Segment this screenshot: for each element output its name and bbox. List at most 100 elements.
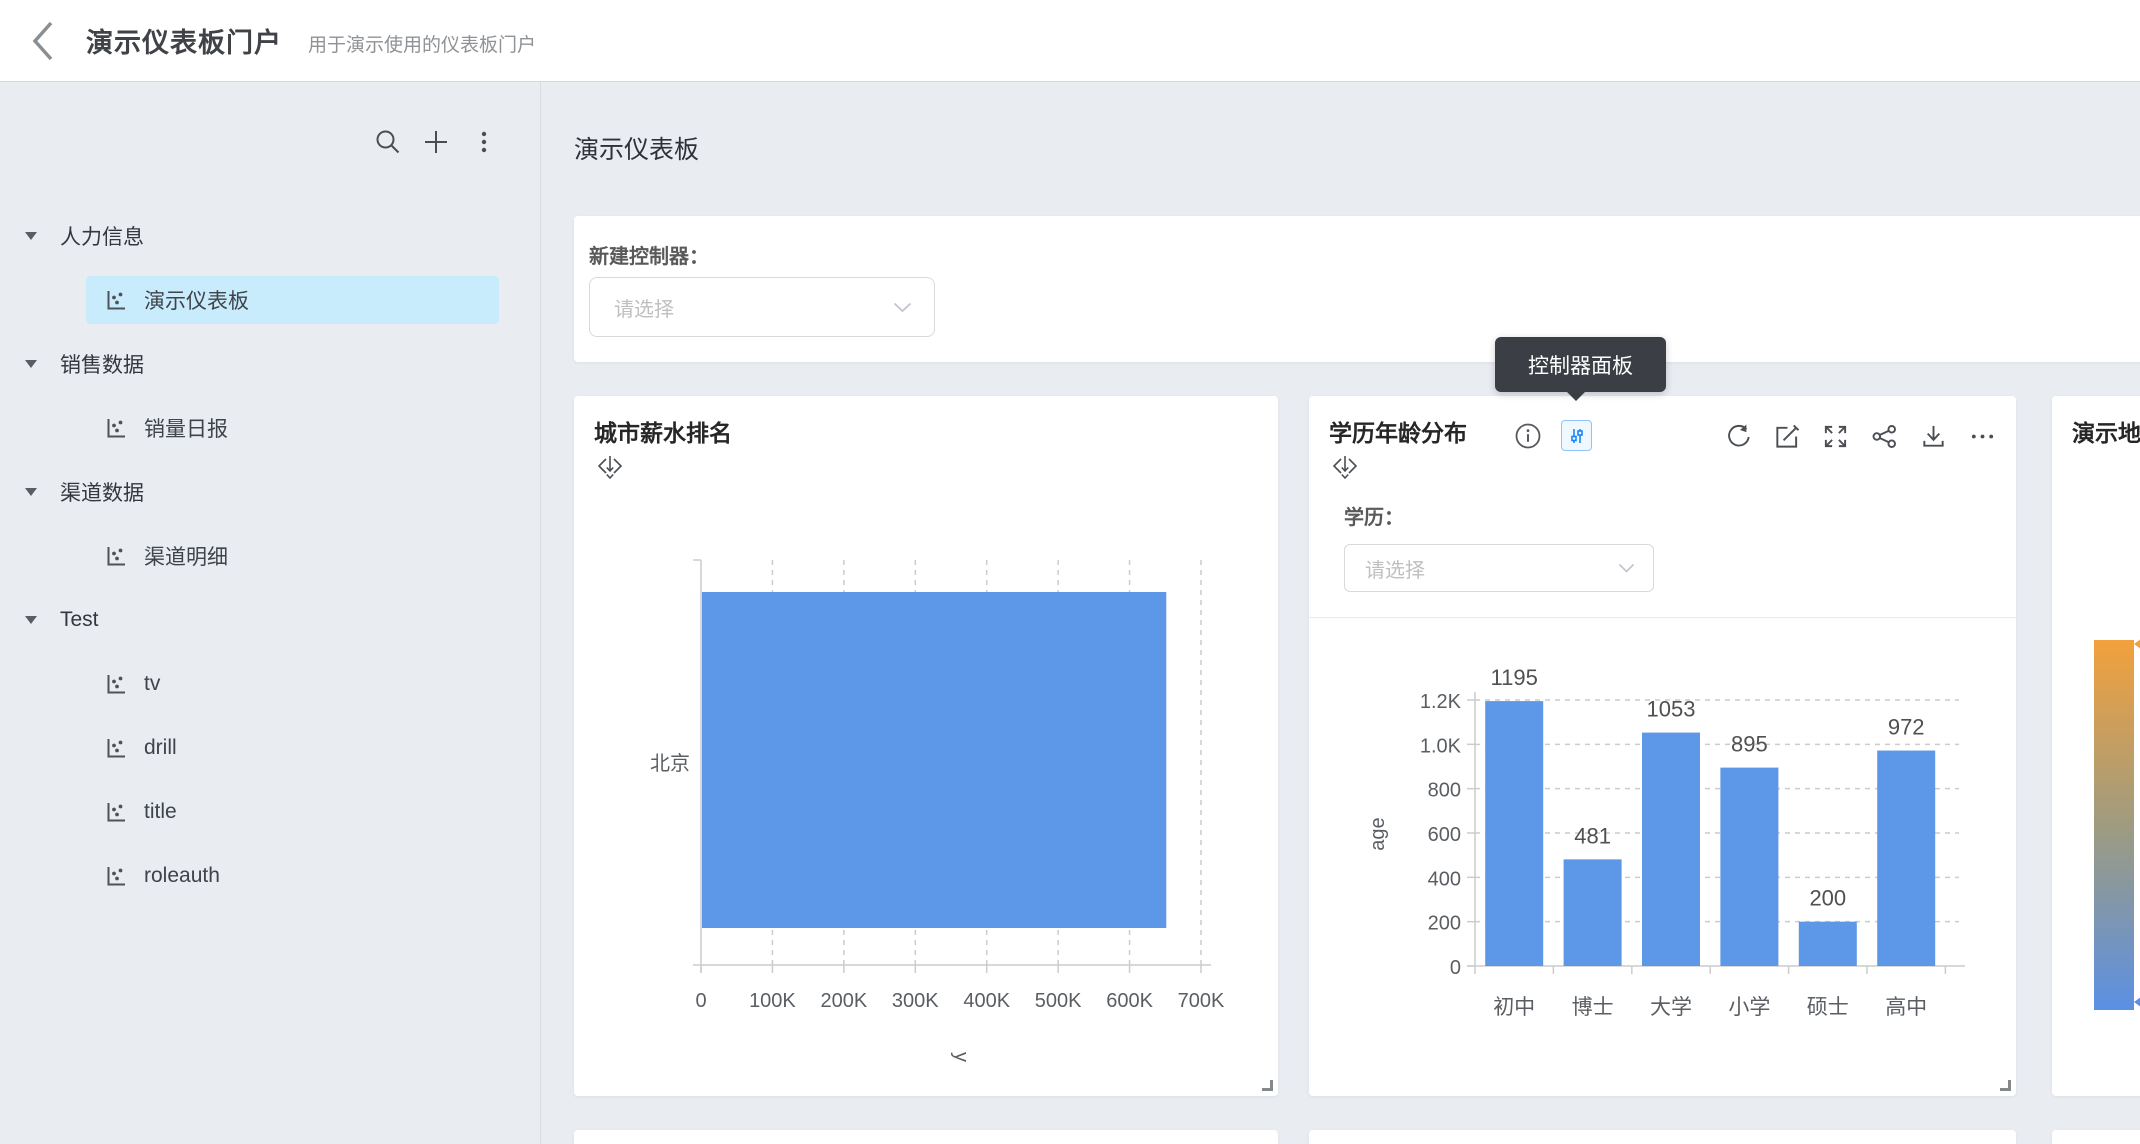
dashboard-canvas: 演示仪表板 新建控制器： 请选择 城市薪水排名 北京0100K200K300K4… bbox=[541, 82, 2140, 1144]
drill-drag-icon[interactable] bbox=[596, 452, 624, 480]
plus-icon[interactable] bbox=[422, 128, 450, 156]
svg-text:600: 600 bbox=[1428, 824, 1461, 846]
tree-group-label: 渠道数据 bbox=[60, 477, 144, 507]
svg-text:400: 400 bbox=[1428, 868, 1461, 890]
tree-item-label: 演示仪表板 bbox=[144, 285, 249, 315]
sliders-icon bbox=[1567, 426, 1587, 446]
edu-age-chart-card: 学历年龄分布 bbox=[1309, 396, 2016, 1096]
app-header: 演示仪表板门户 用于演示使用的仪表板门户 bbox=[0, 0, 2140, 82]
resize-handle[interactable] bbox=[1262, 1080, 1273, 1091]
share-icon[interactable] bbox=[1871, 423, 1898, 450]
select-placeholder: 请选择 bbox=[1365, 554, 1618, 583]
svg-text:400K: 400K bbox=[963, 990, 1010, 1012]
controller-panel-button[interactable] bbox=[1561, 420, 1592, 451]
tree-item-渠道明细[interactable]: 渠道明细 bbox=[86, 532, 499, 580]
tree-item-label: title bbox=[144, 800, 177, 824]
tree-group-渠道数据[interactable]: 渠道数据 bbox=[0, 468, 540, 516]
tree-item-销量日报[interactable]: 销量日报 bbox=[86, 404, 499, 452]
page-title: 演示仪表板 bbox=[574, 130, 699, 166]
svg-text:972: 972 bbox=[1888, 715, 1925, 740]
svg-text:700K: 700K bbox=[1178, 990, 1225, 1012]
svg-text:0: 0 bbox=[695, 990, 706, 1012]
chart-toolbar bbox=[1724, 423, 1996, 450]
portal-title: 演示仪表板门户 bbox=[86, 21, 282, 60]
download-icon[interactable] bbox=[1920, 423, 1947, 450]
edu-filter-label: 学历： bbox=[1344, 501, 1404, 530]
svg-text:初中: 初中 bbox=[1493, 996, 1535, 1019]
new-controller-select[interactable]: 请选择 bbox=[589, 277, 935, 337]
tree-item-drill[interactable]: drill bbox=[86, 724, 499, 772]
caret-down-icon[interactable] bbox=[25, 616, 37, 624]
tree-item-label: 渠道明细 bbox=[144, 541, 228, 571]
search-icon[interactable] bbox=[374, 128, 402, 156]
tree-item-演示仪表板[interactable]: 演示仪表板 bbox=[86, 276, 499, 324]
svg-text:481: 481 bbox=[1574, 823, 1611, 848]
dashboard-tree: 人力信息演示仪表板销售数据销量日报渠道数据渠道明细 Test tv drill titl… bbox=[0, 212, 540, 900]
caret-down-icon[interactable] bbox=[25, 360, 37, 368]
tree-item-tv[interactable]: tv bbox=[86, 660, 499, 708]
tree-item-label: drill bbox=[144, 736, 177, 760]
bottom-card bbox=[2052, 1130, 2140, 1144]
svg-text:1.0K: 1.0K bbox=[1420, 735, 1462, 757]
chart-icon bbox=[104, 800, 128, 824]
new-controller-label: 新建控制器： bbox=[589, 240, 709, 269]
salary-chart-card: 城市薪水排名 北京0100K200K300K400K500K600K700Ky bbox=[574, 396, 1278, 1096]
visual-map-gradient[interactable] bbox=[2094, 640, 2134, 1010]
tree-item-title[interactable]: title bbox=[86, 788, 499, 836]
chart-icon bbox=[104, 672, 128, 696]
edu-age-chart-title: 学历年龄分布 bbox=[1329, 414, 1467, 448]
bottom-card bbox=[574, 1130, 1278, 1144]
tree-item-roleauth[interactable]: roleauth bbox=[86, 852, 499, 900]
svg-text:1.2K: 1.2K bbox=[1420, 691, 1462, 713]
demo-map-title: 演示地图 bbox=[2072, 414, 2140, 448]
svg-text:1053: 1053 bbox=[1647, 697, 1696, 722]
tree-group-人力信息[interactable]: 人力信息 bbox=[0, 212, 540, 260]
svg-text:0: 0 bbox=[1450, 957, 1461, 979]
refresh-icon[interactable] bbox=[1724, 423, 1751, 450]
salary-chart-title: 城市薪水排名 bbox=[594, 414, 732, 448]
tree-item-label: 销量日报 bbox=[144, 413, 228, 443]
svg-text:600K: 600K bbox=[1106, 990, 1153, 1012]
chart-icon bbox=[104, 864, 128, 888]
edit-icon[interactable] bbox=[1773, 423, 1800, 450]
svg-text:y: y bbox=[950, 1052, 972, 1062]
chevron-left-icon bbox=[30, 20, 56, 62]
gradient-handle-bottom[interactable] bbox=[2134, 994, 2140, 1010]
sidebar: 人力信息演示仪表板销售数据销量日报渠道数据渠道明细 Test tv drill titl… bbox=[0, 82, 541, 1144]
tree-item-label: roleauth bbox=[144, 864, 220, 888]
card-divider bbox=[1309, 617, 2016, 618]
kebab-menu-icon[interactable] bbox=[470, 128, 498, 156]
svg-text:200: 200 bbox=[1809, 886, 1846, 911]
svg-text:高中: 高中 bbox=[1885, 996, 1927, 1019]
demo-map-card: 演示地图 bbox=[2052, 396, 2140, 1096]
svg-text:500K: 500K bbox=[1035, 990, 1082, 1012]
tooltip-arrow bbox=[1567, 392, 1585, 401]
svg-text:200: 200 bbox=[1428, 913, 1461, 935]
svg-text:硕士: 硕士 bbox=[1807, 996, 1849, 1019]
select-placeholder: 请选择 bbox=[614, 293, 893, 322]
more-icon[interactable] bbox=[1969, 423, 1996, 450]
fullscreen-icon[interactable] bbox=[1822, 423, 1849, 450]
svg-text:1195: 1195 bbox=[1491, 665, 1538, 690]
drill-drag-icon[interactable] bbox=[1331, 452, 1359, 480]
svg-text:大学: 大学 bbox=[1650, 996, 1692, 1019]
gradient-handle-top[interactable] bbox=[2134, 636, 2140, 652]
resize-handle[interactable] bbox=[2000, 1080, 2011, 1091]
edu-filter-select[interactable]: 请选择 bbox=[1344, 544, 1654, 592]
svg-text:300K: 300K bbox=[892, 990, 939, 1012]
svg-text:200K: 200K bbox=[820, 990, 867, 1012]
sidebar-toolbar bbox=[0, 128, 540, 158]
controller-panel-tooltip: 控制器面板 bbox=[1495, 337, 1666, 392]
tree-group-Test[interactable]: Test bbox=[0, 596, 540, 644]
chevron-down-icon bbox=[893, 302, 912, 313]
svg-text:北京: 北京 bbox=[650, 752, 690, 775]
info-icon[interactable] bbox=[1514, 422, 1542, 450]
chart-icon bbox=[104, 288, 128, 312]
caret-down-icon[interactable] bbox=[25, 232, 37, 240]
svg-text:age: age bbox=[1367, 817, 1389, 850]
svg-text:博士: 博士 bbox=[1572, 996, 1614, 1019]
back-button[interactable] bbox=[30, 19, 60, 63]
chart-icon bbox=[104, 736, 128, 760]
tree-group-销售数据[interactable]: 销售数据 bbox=[0, 340, 540, 388]
caret-down-icon[interactable] bbox=[25, 488, 37, 496]
